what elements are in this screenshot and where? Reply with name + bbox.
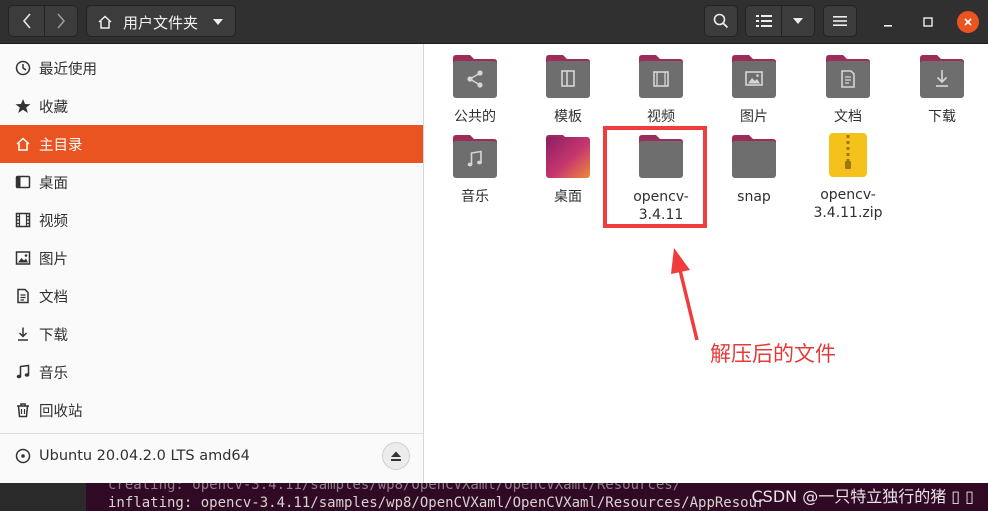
file-label: 模板 [554, 109, 582, 125]
hamburger-menu-icon [833, 16, 847, 26]
file-label: 下载 [928, 109, 956, 125]
folder-icon [732, 135, 776, 178]
sidebar-item-label: 视频 [39, 213, 68, 230]
file-item[interactable]: 公共的 [430, 54, 520, 134]
file-label: 桌面 [554, 189, 582, 205]
file-label: snap [737, 189, 771, 205]
terminal-line: creating: opencv-3.4.11/samples/wp8/Open… [108, 483, 682, 493]
sidebar-item-label: 图片 [39, 251, 68, 268]
trash-icon [14, 401, 32, 419]
music-note-icon [14, 363, 32, 381]
caret-down-icon [793, 18, 803, 24]
sidebar-item-label: 收藏 [39, 99, 68, 116]
sidebar-item-label: Ubuntu 20.04.2.0 LTS amd64 [39, 448, 250, 464]
download-folder-icon [920, 55, 964, 98]
image-icon [14, 249, 32, 267]
annotation-text: 解压后的文件 [710, 342, 836, 366]
search-icon [713, 13, 729, 29]
file-label: 图片 [740, 109, 768, 125]
highlight-box [603, 126, 707, 228]
file-item[interactable]: opencv- 3.4.11.zip [803, 132, 893, 222]
music-folder-icon [453, 135, 497, 178]
sidebar-item-videos[interactable]: 视频 [0, 201, 423, 239]
list-view-icon [755, 15, 772, 27]
file-label: 公共的 [454, 109, 496, 125]
maximize-icon [923, 17, 933, 27]
terminal-background: creating: opencv-3.4.11/samples/wp8/Open… [0, 483, 988, 511]
forward-button[interactable] [44, 5, 78, 37]
sidebar-item-starred[interactable]: 收藏 [0, 87, 423, 125]
view-list-button[interactable] [745, 5, 782, 37]
header-bar: 用户文件夹 [0, 0, 988, 44]
eject-icon [391, 451, 401, 461]
sidebar-item-label: 主目录 [39, 137, 83, 154]
path-bar-home[interactable]: 用户文件夹 [86, 5, 236, 37]
file-item[interactable]: 下载 [897, 54, 987, 134]
file-item[interactable]: 模板 [523, 54, 613, 134]
home-icon [14, 135, 32, 153]
sidebar: 最近使用 收藏 主目录 桌面 视频 图片 文档 下载 音乐 回收站 Ubuntu… [0, 44, 424, 483]
close-button[interactable] [957, 11, 979, 33]
view-options-button[interactable] [781, 5, 815, 37]
sidebar-item-label: 桌面 [39, 175, 68, 192]
sidebar-item-documents[interactable]: 文档 [0, 277, 423, 315]
eject-button[interactable] [382, 442, 410, 470]
sidebar-item-label: 文档 [39, 289, 68, 306]
zip-archive-icon [829, 133, 867, 177]
chevron-right-icon [57, 13, 66, 29]
file-label: 视频 [647, 109, 675, 125]
sidebar-item-device[interactable]: Ubuntu 20.04.2.0 LTS amd64 [0, 437, 423, 475]
document-folder-icon [826, 55, 870, 98]
file-item[interactable]: 文档 [803, 54, 893, 134]
document-icon [14, 287, 32, 305]
file-label: 文档 [834, 109, 862, 125]
sidebar-item-recent[interactable]: 最近使用 [0, 49, 423, 87]
close-icon [964, 18, 972, 26]
film-icon [14, 211, 32, 229]
back-button[interactable] [8, 5, 45, 37]
terminal-line: inflating: opencv-3.4.11/samples/wp8/Ope… [108, 495, 766, 511]
watermark: CSDN @一只特立独行的猪 ▯ ▯ [751, 487, 975, 506]
caret-down-icon [213, 19, 223, 25]
file-item[interactable]: snap [709, 134, 799, 214]
sidebar-item-trash[interactable]: 回收站 [0, 391, 423, 429]
chevron-left-icon [22, 13, 31, 29]
minimize-button[interactable] [877, 11, 899, 33]
template-folder-icon [546, 55, 590, 98]
sidebar-item-label: 最近使用 [39, 61, 97, 78]
share-folder-icon [453, 55, 497, 98]
star-icon [14, 97, 32, 115]
sidebar-item-downloads[interactable]: 下载 [0, 315, 423, 353]
file-item[interactable]: 图片 [709, 54, 799, 134]
sidebar-item-label: 音乐 [39, 365, 68, 382]
annotation-arrow [671, 248, 699, 341]
video-folder-icon [639, 55, 683, 98]
menu-button[interactable] [823, 5, 857, 37]
sidebar-item-pictures[interactable]: 图片 [0, 239, 423, 277]
file-label: 音乐 [461, 189, 489, 205]
download-icon [14, 325, 32, 343]
clock-icon [14, 59, 32, 77]
terminal-margin [0, 483, 86, 511]
optical-disc-icon [14, 447, 32, 465]
sidebar-item-music[interactable]: 音乐 [0, 353, 423, 391]
minimize-icon [884, 25, 892, 27]
desktop-icon [14, 173, 32, 191]
sidebar-item-desktop[interactable]: 桌面 [0, 163, 423, 201]
home-icon [98, 15, 112, 29]
sidebar-item-home[interactable]: 主目录 [0, 125, 423, 163]
desktop-folder-icon [546, 135, 590, 178]
file-item[interactable]: 视频 [616, 54, 706, 134]
file-label: opencv- 3.4.11.zip [813, 187, 883, 221]
search-button[interactable] [704, 5, 738, 37]
sidebar-item-label: 回收站 [39, 403, 83, 420]
file-item[interactable]: 桌面 [523, 134, 613, 214]
maximize-button[interactable] [917, 11, 939, 33]
picture-folder-icon [732, 55, 776, 98]
sidebar-separator [0, 433, 423, 434]
file-item[interactable]: 音乐 [430, 134, 520, 214]
sidebar-item-label: 下载 [39, 327, 68, 344]
path-bar-label: 用户文件夹 [123, 14, 199, 32]
